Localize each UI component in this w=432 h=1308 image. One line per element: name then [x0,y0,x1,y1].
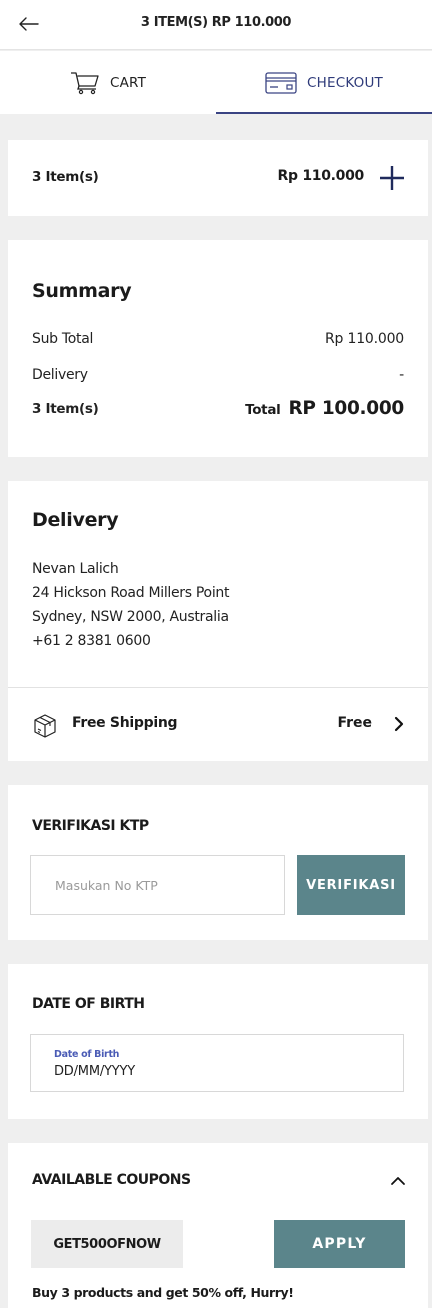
dob-title: DATE OF BIRTH [32,996,145,1012]
delivery-title: Delivery [32,509,119,531]
tab-cart-label: CART [109,74,147,91]
credit-card-icon [265,71,297,94]
top-bar: 3 ITEM(S) RP 110.000 [0,0,432,50]
apply-coupon-button[interactable]: APPLY [274,1220,405,1268]
subtotal-value: Rp 110.000 [325,331,404,347]
chevron-right-icon [394,716,404,732]
items-count: 3 Item(s) [32,169,99,185]
delivery-address: Nevan Lalich 24 Hickson Road Millers Poi… [32,557,229,653]
summary-card: Summary Sub Total Rp 110.000 Delivery - … [8,240,428,457]
shipping-method-label: Free Shipping [72,715,178,731]
ktp-number-input[interactable] [30,855,285,915]
tab-checkout[interactable]: CHECKOUT [216,51,432,114]
total-value: RP 100.000 [288,398,404,419]
dob-field-value: DD/MM/YYYY [54,1064,135,1079]
summary-title: Summary [32,280,132,302]
phone-number: +61 2 8381 0600 [32,633,151,649]
tab-cart[interactable]: CART [0,51,216,114]
total-label: Total [245,402,281,418]
checkout-tabs: CART CHECKOUT [0,51,432,114]
subtotal-label: Sub Total [32,331,94,347]
expand-items-button[interactable] [378,164,406,192]
plus-icon [380,166,404,190]
items-price: Rp 110.000 [277,168,365,184]
coupon-description: Buy 3 products and get 50% off, Hurry! [32,1285,294,1300]
cart-icon [70,71,99,94]
tab-checkout-label: CHECKOUT [306,74,383,91]
dob-field-label: Date of Birth [54,1049,120,1060]
delivery-card: Delivery Nevan Lalich 24 Hickson Road Mi… [8,481,428,761]
items-summary-card: 3 Item(s) Rp 110.000 [8,140,428,216]
delivery-label: Delivery [32,367,88,383]
delivery-value: - [399,367,404,383]
ktp-title: VERIFIKASI KTP [32,818,149,834]
date-of-birth-card: DATE OF BIRTH Date of Birth DD/MM/YYYY [8,964,428,1119]
coupons-card: AVAILABLE COUPONS GET500OFNOW APPLY Buy … [8,1143,428,1308]
recipient-name: Nevan Lalich [32,561,119,577]
ktp-verification-card: VERIFIKASI KTP VERIFIKASI [8,785,428,940]
chevron-up-icon[interactable] [388,1171,408,1191]
shipping-method-row[interactable]: Free Shipping Free [8,688,428,761]
page-title: 3 ITEM(S) RP 110.000 [140,15,292,30]
address-line-2: Sydney, NSW 2000, Australia [32,609,229,625]
address-line-1: 24 Hickson Road Millers Point [32,585,230,601]
summary-items-count: 3 Item(s) [32,401,99,417]
shipping-cost: Free [337,715,372,731]
verify-ktp-button[interactable]: VERIFIKASI [297,855,405,915]
package-box-icon [34,714,56,738]
total-group: Total RP 100.000 [245,398,404,419]
coupons-title: AVAILABLE COUPONS [32,1172,191,1188]
date-of-birth-field[interactable]: Date of Birth DD/MM/YYYY [30,1034,404,1092]
coupon-code-chip[interactable]: GET500OFNOW [31,1220,183,1268]
